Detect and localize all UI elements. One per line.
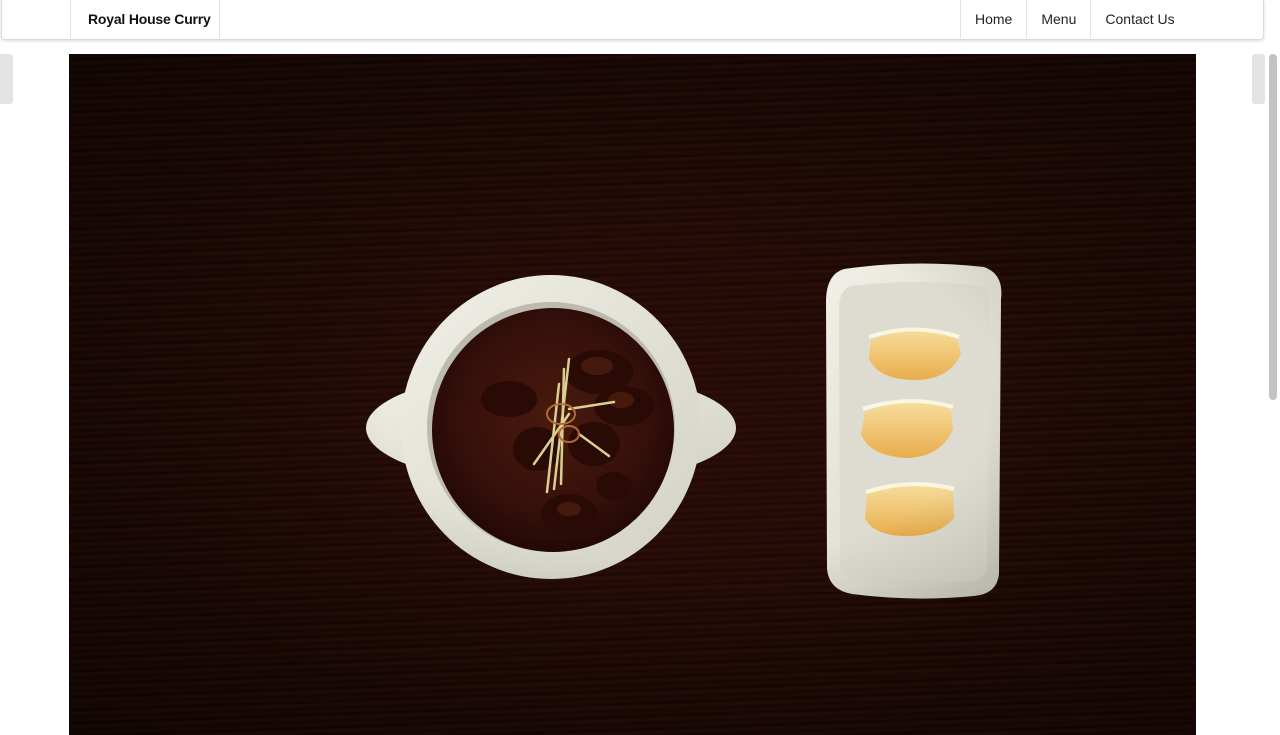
page-scrollbar[interactable] <box>1266 40 1280 735</box>
carousel-next-handle[interactable] <box>1252 54 1265 104</box>
brand-link[interactable]: Royal House Curry <box>70 0 220 38</box>
nav-contact-us[interactable]: Contact Us <box>1090 0 1258 38</box>
nav-menu[interactable]: Menu <box>1026 0 1090 38</box>
carousel-prev-handle[interactable] <box>0 54 13 104</box>
lemon-dish <box>826 263 1002 599</box>
hero-image <box>69 54 1196 735</box>
scrollbar-thumb[interactable] <box>1269 54 1277 400</box>
curry-bowl <box>366 275 736 579</box>
nav-home[interactable]: Home <box>960 0 1026 38</box>
curry-dish-illustration <box>69 134 1196 723</box>
top-navbar: Royal House Curry Home Menu Contact Us <box>1 0 1264 40</box>
main-nav: Home Menu Contact Us <box>960 0 1259 38</box>
